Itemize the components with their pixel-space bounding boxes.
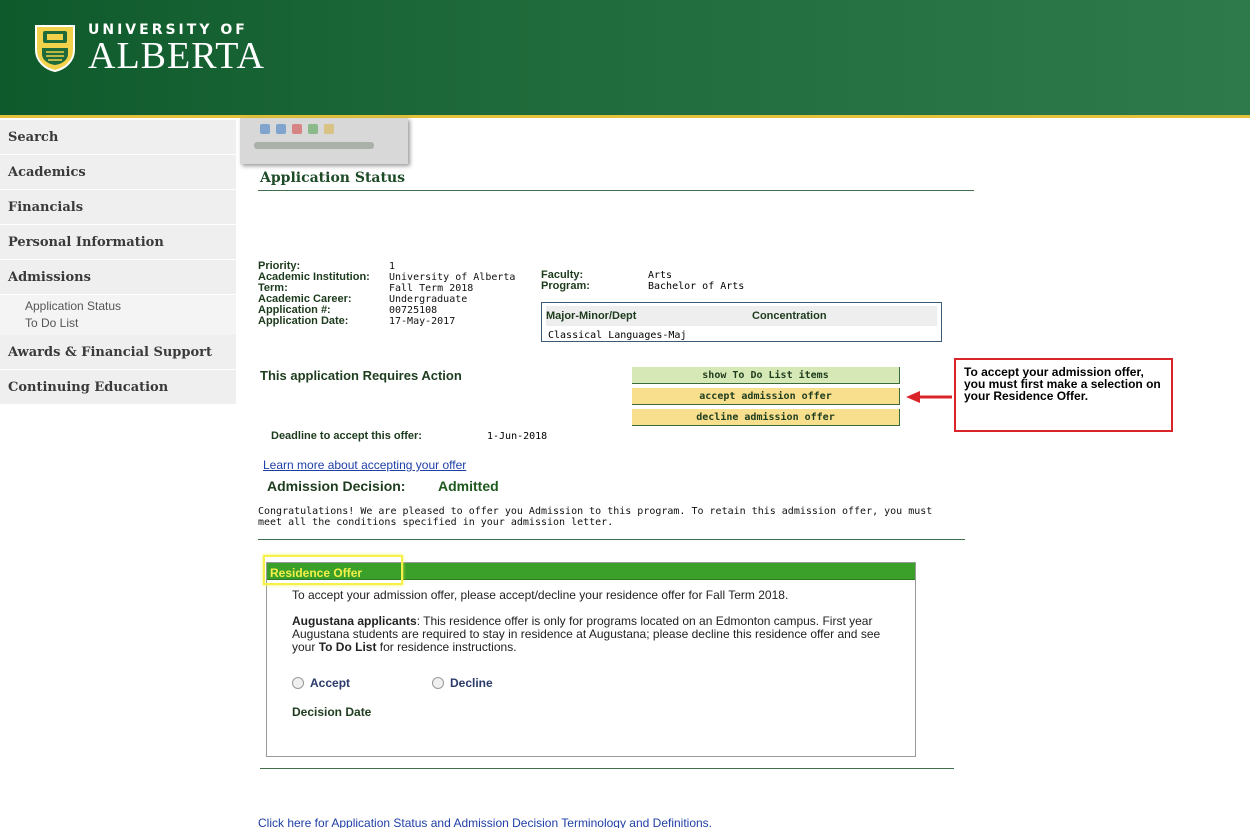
augustana-note: Augustana applicants: This residence off…	[292, 615, 892, 654]
decision-date-label: Decision Date	[292, 705, 372, 719]
program-label: Program:	[541, 280, 590, 292]
instruction-callout: To accept your admission offer, you must…	[954, 358, 1173, 432]
sidebar-item-continuing-education[interactable]: Continuing Education	[0, 370, 236, 405]
sidebar-item-admissions[interactable]: Admissions	[0, 260, 236, 295]
site-header: UNIVERSITY OF ALBERTA	[0, 0, 1250, 118]
decline-radio-option[interactable]: Decline	[432, 676, 493, 690]
residence-intro: To accept your admission offer, please a…	[292, 588, 789, 602]
accept-radio-option[interactable]: Accept	[292, 676, 350, 690]
augustana-bold: Augustana applicants	[292, 614, 417, 628]
admissions-submenu: Application Status To Do List	[0, 295, 236, 335]
divider	[258, 539, 965, 540]
todo-bold: To Do List	[318, 640, 377, 654]
blurred-icon	[276, 124, 286, 134]
info-value: Undergraduate	[389, 294, 468, 305]
decline-radio[interactable]	[432, 677, 444, 689]
accept-admission-offer-button[interactable]: accept admission offer	[632, 388, 900, 405]
page-title: Application Status	[260, 170, 406, 186]
sidebar-subitem-application-status[interactable]: Application Status	[25, 298, 236, 315]
info-label: Application Date:	[258, 315, 349, 327]
terminology-link[interactable]: Click here for Application Status and Ad…	[258, 816, 712, 828]
faculty-value: Arts	[648, 270, 673, 281]
residence-offer-panel: Residence Offer To accept your admission…	[263, 555, 916, 757]
decline-admission-offer-button[interactable]: decline admission offer	[632, 409, 900, 426]
blurred-icon	[292, 124, 302, 134]
residence-offer-title: Residence Offer	[270, 566, 363, 580]
accept-radio[interactable]	[292, 677, 304, 689]
decline-radio-label[interactable]: Decline	[450, 676, 493, 690]
sidebar-item-academics[interactable]: Academics	[0, 155, 236, 190]
deadline-row: Deadline to accept this offer: 1-Jun-201…	[271, 430, 547, 442]
user-badge	[240, 118, 408, 164]
deadline-label: Deadline to accept this offer:	[271, 430, 422, 442]
info-value: University of Alberta	[389, 272, 516, 283]
major-table: Major-Minor/Dept Concentration Classical…	[541, 302, 942, 342]
learn-more-link[interactable]: Learn more about accepting your offer	[263, 458, 466, 472]
sidebar-item-financials[interactable]: Financials	[0, 190, 236, 225]
shield-icon	[35, 25, 75, 72]
blurred-icon	[260, 124, 270, 134]
decision-label: Admission Decision:	[267, 478, 406, 494]
sidebar-item-search[interactable]: Search	[0, 120, 236, 155]
logo-main-text: ALBERTA	[88, 35, 265, 77]
sidebar-item-awards[interactable]: Awards & Financial Support	[0, 335, 236, 370]
congratulations-text: Congratulations! We are pleased to offer…	[258, 506, 933, 528]
university-logo[interactable]: UNIVERSITY OF ALBERTA	[34, 22, 265, 77]
info-value: Fall Term 2018	[389, 283, 474, 294]
main-content: Application Status Priority: 1 Academic I…	[240, 118, 1248, 828]
sidebar-nav: Search Academics Financials Personal Inf…	[0, 120, 236, 405]
blurred-icon	[324, 124, 334, 134]
sidebar-item-personal-information[interactable]: Personal Information	[0, 225, 236, 260]
decision-value: Admitted	[438, 478, 499, 494]
deadline-value: 1-Jun-2018	[487, 430, 548, 442]
program-value: Bachelor of Arts	[648, 281, 745, 292]
requires-action-heading: This application Requires Action	[260, 368, 462, 383]
concentration-header: Concentration	[752, 310, 827, 322]
faculty-info: Faculty: Arts Program: Bachelor of Arts	[541, 270, 745, 293]
divider	[258, 190, 974, 191]
blurred-icon	[308, 124, 318, 134]
info-value: 00725108	[389, 305, 438, 316]
divider	[260, 768, 954, 769]
arrow-left-icon	[906, 391, 952, 403]
application-info: Priority: 1 Academic Institution: Universi…	[258, 261, 516, 328]
show-todo-list-button[interactable]: show To Do List items	[632, 367, 900, 384]
admission-decision-row: Admission Decision: Admitted	[267, 478, 499, 494]
blurred-user-name	[254, 142, 374, 149]
info-value: 17-May-2017	[389, 316, 456, 327]
accept-radio-label[interactable]: Accept	[310, 676, 350, 690]
major-value: Classical Languages-Maj	[548, 330, 687, 341]
major-header: Major-Minor/Dept	[546, 310, 637, 322]
sidebar-subitem-to-do-list[interactable]: To Do List	[25, 315, 236, 332]
augustana-text-2: for residence instructions.	[376, 640, 517, 654]
info-value: 1	[389, 261, 396, 272]
